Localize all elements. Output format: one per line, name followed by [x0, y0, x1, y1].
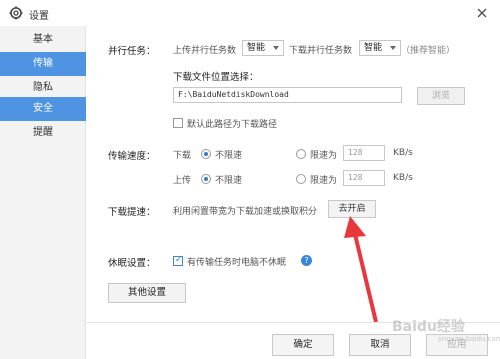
sidebar-item-transfer[interactable]: 传输 [0, 52, 86, 76]
download-location-label: 下载文件位置选择： [173, 72, 259, 83]
upload-unlimited-label: 不限速 [215, 176, 243, 186]
download-path-input[interactable]: F:\BaiduNetdiskDownload [173, 87, 402, 103]
upload-limit-input[interactable]: 128 [343, 170, 385, 186]
upload-parallel-value: 智能 [247, 43, 266, 53]
upload-unit-label: KB/s [393, 173, 413, 183]
no-sleep-checkbox[interactable] [173, 255, 183, 266]
download-unlimited-label: 不限速 [215, 151, 243, 161]
upload-unlimited-radio[interactable] [201, 174, 211, 184]
download-limit-radio[interactable] [296, 149, 306, 159]
default-path-checkbox[interactable] [173, 118, 183, 128]
recommend-hint: （推荐智能） [401, 46, 456, 56]
chevron-down-icon [390, 46, 396, 50]
download-unit-label: KB/s [393, 148, 413, 158]
download-parallel-value: 智能 [364, 43, 383, 53]
close-icon[interactable] [474, 5, 490, 21]
help-icon[interactable]: ? [301, 255, 312, 266]
transfer-settings-panel: 并行任务： 上传并行任务数 智能 下载并行任务数 智能 （推荐智能） 下载文件位… [87, 26, 500, 359]
chevron-down-icon [273, 46, 279, 50]
transfer-speed-label: 传输速度： [108, 151, 156, 162]
annotation-arrow-icon [344, 216, 378, 323]
no-sleep-label: 有传输任务时电脑不休眠 [187, 258, 287, 268]
cancel-button[interactable]: 取消 [349, 334, 411, 356]
gear-icon [9, 6, 23, 20]
title-bar: 设置 [0, 0, 500, 26]
download-boost-label: 下载提速： [108, 207, 156, 218]
download-limit-label: 限速为 [310, 151, 338, 161]
default-path-label: 默认此路径为下载路径 [187, 120, 278, 130]
ok-button[interactable]: 确定 [272, 334, 334, 356]
parallel-tasks-label: 并行任务： [108, 46, 156, 57]
upload-parallel-select[interactable]: 智能 [242, 40, 284, 56]
sidebar-item-security[interactable]: 安全 [0, 97, 86, 121]
upload-parallel-label: 上传并行任务数 [173, 46, 237, 56]
download-parallel-label: 下载并行任务数 [289, 46, 353, 56]
download-limit-input[interactable]: 128 [343, 145, 385, 161]
download-parallel-select[interactable]: 智能 [359, 40, 401, 56]
upload-speed-label: 上传 [173, 176, 192, 186]
download-unlimited-radio[interactable] [201, 149, 211, 159]
baidu-watermark-url: jingyan.baidu.com [438, 335, 500, 343]
settings-sidebar: 基本 传输 隐私 安全 提醒 [0, 26, 86, 359]
download-speed-label: 下载 [173, 151, 192, 161]
upload-limit-label: 限速为 [310, 176, 338, 186]
window-title: 设置 [29, 11, 49, 22]
other-settings-button[interactable]: 其他设置 [108, 283, 186, 303]
upload-limit-radio[interactable] [296, 174, 306, 184]
sidebar-item-reminder[interactable]: 提醒 [0, 121, 86, 145]
download-boost-description: 利用闲置带宽为下载加速或换取积分 [173, 207, 318, 217]
browse-button[interactable]: 浏览 [417, 87, 465, 105]
sidebar-item-basic[interactable]: 基本 [0, 28, 86, 52]
sleep-settings-label: 休眠设置： [108, 258, 156, 269]
baidu-watermark: Baidu经验 [392, 319, 465, 335]
